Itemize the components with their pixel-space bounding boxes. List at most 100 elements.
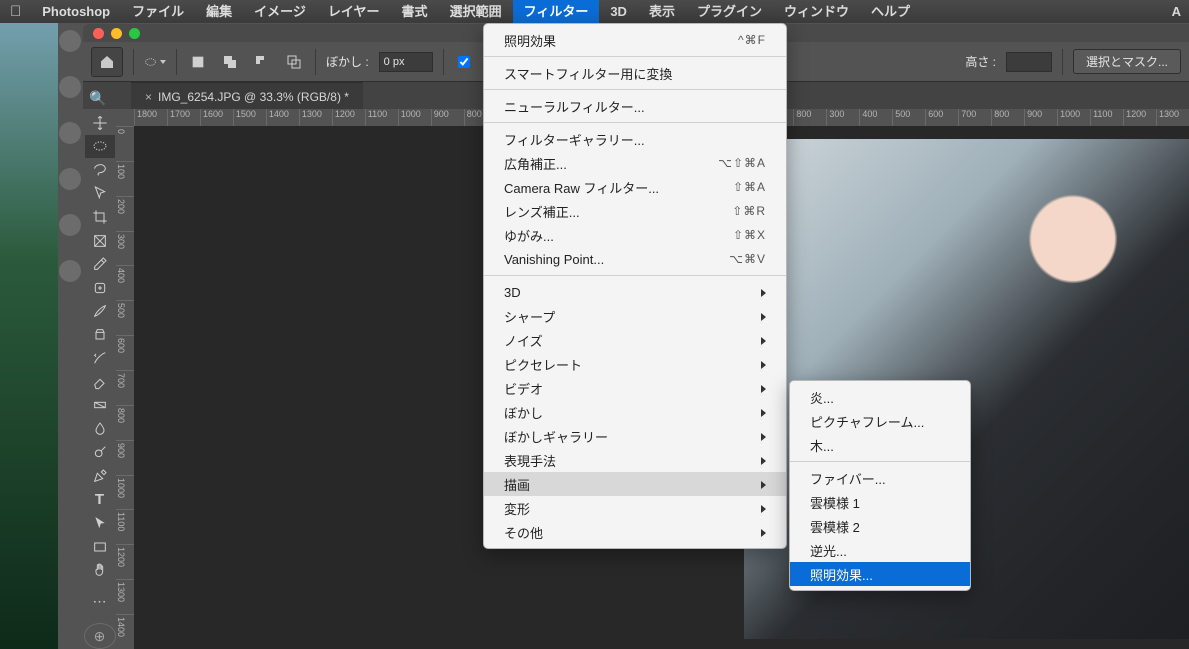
tool-path-select[interactable]: [85, 511, 115, 535]
tool-lasso[interactable]: [85, 158, 115, 182]
menu-item-label: 3D: [504, 285, 521, 300]
filter-menu-item[interactable]: ぼかし: [484, 400, 786, 424]
render-submenu-item[interactable]: 木...: [790, 433, 970, 457]
ruler-tick: 1400: [266, 109, 299, 126]
tool-edit-toolbar[interactable]: ⊕: [84, 623, 116, 649]
tool-clone[interactable]: [85, 323, 115, 347]
feather-input[interactable]: [379, 52, 433, 72]
filter-menu-item[interactable]: 3D: [484, 280, 786, 304]
tool-more-dots[interactable]: ⋯: [85, 590, 115, 614]
ruler-vertical[interactable]: 0100200300400500600700800900100011001200…: [116, 126, 135, 649]
home-icon: [99, 54, 115, 70]
menubar-type[interactable]: 書式: [391, 0, 439, 23]
ruler-tick: 300: [116, 231, 134, 266]
tool-rectangle[interactable]: [85, 535, 115, 559]
menubar-image[interactable]: イメージ: [243, 0, 317, 23]
select-and-mask-button[interactable]: 選択とマスク...: [1073, 49, 1181, 74]
menubar-plugins[interactable]: プラグイン: [686, 0, 773, 23]
render-submenu-item[interactable]: 照明効果...: [790, 562, 970, 586]
tool-marquee[interactable]: [85, 135, 115, 159]
tool-type[interactable]: T: [85, 488, 115, 512]
menu-item-label: 炎...: [810, 388, 834, 407]
render-submenu-item[interactable]: ファイバー...: [790, 466, 970, 490]
filter-menu-item[interactable]: スマートフィルター用に変換: [484, 61, 786, 85]
height-input[interactable]: [1006, 52, 1052, 72]
height-label: 高さ :: [965, 53, 996, 70]
selection-intersect-icon[interactable]: [283, 51, 305, 73]
tool-move[interactable]: [85, 111, 115, 135]
document-tab[interactable]: × IMG_6254.JPG @ 33.3% (RGB/8) *: [131, 82, 363, 110]
render-submenu-item[interactable]: 炎...: [790, 385, 970, 409]
filter-menu-item[interactable]: ビデオ: [484, 376, 786, 400]
selection-subtract-icon[interactable]: [251, 51, 273, 73]
window-close-button[interactable]: [93, 28, 104, 39]
tool-history-brush[interactable]: [85, 346, 115, 370]
dock-item[interactable]: [59, 168, 81, 190]
dock-item[interactable]: [59, 122, 81, 144]
tool-spot-heal[interactable]: [85, 276, 115, 300]
apple-menu-icon[interactable]: : [10, 3, 21, 20]
dock-item[interactable]: [59, 76, 81, 98]
marquee-shape-picker[interactable]: [144, 51, 166, 73]
filter-menu-last-filter[interactable]: 照明効果 ^⌘F: [484, 28, 786, 52]
dock-item[interactable]: [59, 260, 81, 282]
antialias-checkbox[interactable]: [458, 56, 470, 68]
tool-blur[interactable]: [85, 417, 115, 441]
menubar-file[interactable]: ファイル: [121, 0, 195, 23]
menubar-select[interactable]: 選択範囲: [439, 0, 513, 23]
menubar-edit[interactable]: 編集: [195, 0, 243, 23]
dock-item[interactable]: [59, 214, 81, 236]
menubar-app-name[interactable]: Photoshop: [31, 0, 121, 23]
menubar-3d[interactable]: 3D: [599, 0, 638, 23]
filter-menu-item[interactable]: 変形: [484, 496, 786, 520]
filter-menu-item[interactable]: シャープ: [484, 304, 786, 328]
ruler-tick: 1200: [332, 109, 365, 126]
menubar-view[interactable]: 表示: [638, 0, 686, 23]
filter-menu-item[interactable]: ぼかしギャラリー: [484, 424, 786, 448]
tool-gradient[interactable]: [85, 394, 115, 418]
menubar-window[interactable]: ウィンドウ: [773, 0, 860, 23]
tool-crop[interactable]: [85, 205, 115, 229]
filter-menu-item[interactable]: Camera Raw フィルター...⇧⌘A: [484, 175, 786, 199]
filter-menu-item[interactable]: フィルターギャラリー...: [484, 127, 786, 151]
filter-menu-item[interactable]: その他: [484, 520, 786, 544]
tool-eraser[interactable]: [85, 370, 115, 394]
filter-menu-item[interactable]: 広角補正...⌥⇧⌘A: [484, 151, 786, 175]
menu-item-label: 照明効果: [504, 31, 556, 50]
render-submenu-item[interactable]: 雲模様 1: [790, 490, 970, 514]
filter-menu-dropdown: 照明効果 ^⌘F スマートフィルター用に変換ニューラルフィルター... フィルター…: [483, 23, 787, 549]
tool-brush[interactable]: [85, 299, 115, 323]
render-submenu-dropdown: 炎... ピクチャフレーム...木... ファイバー...雲模様 1雲模様 2逆光.…: [789, 380, 971, 591]
menubar-layer[interactable]: レイヤー: [317, 0, 391, 23]
tool-hand[interactable]: [85, 558, 115, 582]
dock-item[interactable]: [59, 30, 81, 52]
window-maximize-button[interactable]: [129, 28, 140, 39]
filter-menu-item[interactable]: Vanishing Point...⌥⌘V: [484, 247, 786, 271]
filter-menu-item[interactable]: ゆがみ...⇧⌘X: [484, 223, 786, 247]
close-tab-icon[interactable]: ×: [145, 90, 152, 104]
menu-item-label: ノイズ: [504, 331, 543, 350]
tool-quick-select[interactable]: [85, 182, 115, 206]
tool-frame[interactable]: [85, 229, 115, 253]
filter-menu-item[interactable]: レンズ補正...⇧⌘R: [484, 199, 786, 223]
ruler-tick: 1200: [116, 544, 134, 579]
menubar-filter[interactable]: フィルター: [513, 0, 600, 23]
selection-new-icon[interactable]: [187, 51, 209, 73]
submenu-arrow-icon: [753, 477, 766, 492]
render-submenu-item[interactable]: 雲模様 2: [790, 514, 970, 538]
home-button[interactable]: [91, 47, 123, 77]
tool-eyedropper[interactable]: [85, 252, 115, 276]
filter-menu-item[interactable]: 描画: [484, 472, 786, 496]
filter-menu-item[interactable]: ノイズ: [484, 328, 786, 352]
tool-pen[interactable]: [85, 464, 115, 488]
window-minimize-button[interactable]: [111, 28, 122, 39]
tool-dodge[interactable]: [85, 441, 115, 465]
menubar-help[interactable]: ヘルプ: [860, 0, 921, 23]
filter-menu-item[interactable]: ピクセレート: [484, 352, 786, 376]
render-submenu-item[interactable]: ピクチャフレーム...: [790, 409, 970, 433]
selection-add-icon[interactable]: [219, 51, 241, 73]
filter-menu-item[interactable]: 表現手法: [484, 448, 786, 472]
render-submenu-item[interactable]: 逆光...: [790, 538, 970, 562]
filter-menu-item[interactable]: ニューラルフィルター...: [484, 94, 786, 118]
submenu-arrow-icon: [753, 453, 766, 468]
